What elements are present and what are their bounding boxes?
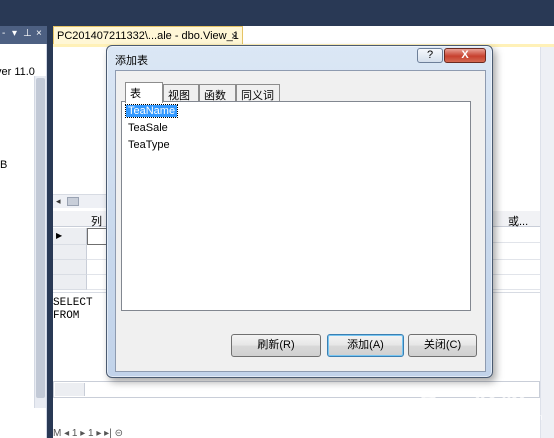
close-icon[interactable]: × <box>231 29 238 43</box>
list-item-teaname[interactable]: TeaName <box>124 104 179 118</box>
grid-column-header: 列 <box>91 216 102 228</box>
grid-row-header[interactable] <box>53 260 87 275</box>
left-panel-header: - ▾ ⊥ × <box>0 26 47 44</box>
left-panel-scrollbar[interactable] <box>34 76 46 408</box>
table-listbox[interactable]: TeaName TeaSale TeaType <box>121 101 471 311</box>
record-navigator[interactable]: M ◂ 1 ▸ 1 ▸ ▸| ⊝ <box>53 428 540 438</box>
grid-column-header: 或... <box>508 216 529 228</box>
document-scrollbar[interactable] <box>540 47 554 438</box>
tab-view-designer[interactable]: PC201407211332\...ale - dbo.View_1 × <box>53 26 243 45</box>
help-button[interactable]: ? <box>417 48 443 63</box>
watermark-url: jingyan.baidu.com <box>470 412 543 422</box>
left-panel-line: B <box>0 159 8 171</box>
sql-line[interactable]: SELECT <box>53 297 93 309</box>
tab-views[interactable]: 视图 <box>163 84 199 102</box>
dialog-close-button[interactable]: X <box>444 48 486 63</box>
scrollbar-thumb[interactable] <box>36 78 45 398</box>
chevron-left-icon[interactable]: ◂ <box>56 196 61 207</box>
left-panel-line: ver 11.0 <box>0 66 35 78</box>
dialog-body: 表 视图 函数 同义词 TeaName TeaSale TeaType 刷新(R… <box>115 70 486 372</box>
close-icon[interactable]: × <box>36 28 42 39</box>
tab-tables[interactable]: 表 <box>125 82 163 103</box>
close-button[interactable]: 关闭(C) <box>408 334 477 357</box>
add-button[interactable]: 添加(A) <box>327 334 404 357</box>
ide-title-strip <box>0 0 554 26</box>
chevron-down-icon[interactable]: ▾ <box>12 28 17 39</box>
dialog-title: 添加表 <box>115 55 148 67</box>
tab-title: PC201407211332\...ale - dbo.View_1 <box>57 30 239 42</box>
results-row-header <box>55 383 85 396</box>
list-item-teatype[interactable]: TeaType <box>126 139 172 151</box>
tab-functions[interactable]: 函数 <box>199 84 236 102</box>
refresh-button[interactable]: 刷新(R) <box>231 334 321 357</box>
sql-line[interactable]: FROM <box>53 310 79 322</box>
pin-icon[interactable]: ⊥ <box>23 28 32 39</box>
current-row-icon: ▶ <box>56 231 63 240</box>
add-table-dialog: 添加表 ? X 表 视图 函数 同义词 TeaName TeaSale TeaT… <box>106 45 493 378</box>
grid-row-header[interactable] <box>53 275 87 290</box>
left-panel-minimize-button[interactable]: - <box>2 28 5 39</box>
list-item-teasale[interactable]: TeaSale <box>126 122 170 134</box>
grid-row-header[interactable] <box>53 245 87 260</box>
diagram-hscrollbar[interactable]: ◂ <box>53 194 113 208</box>
scrollbar-thumb[interactable] <box>67 197 79 206</box>
tab-synonyms[interactable]: 同义词 <box>236 84 280 102</box>
